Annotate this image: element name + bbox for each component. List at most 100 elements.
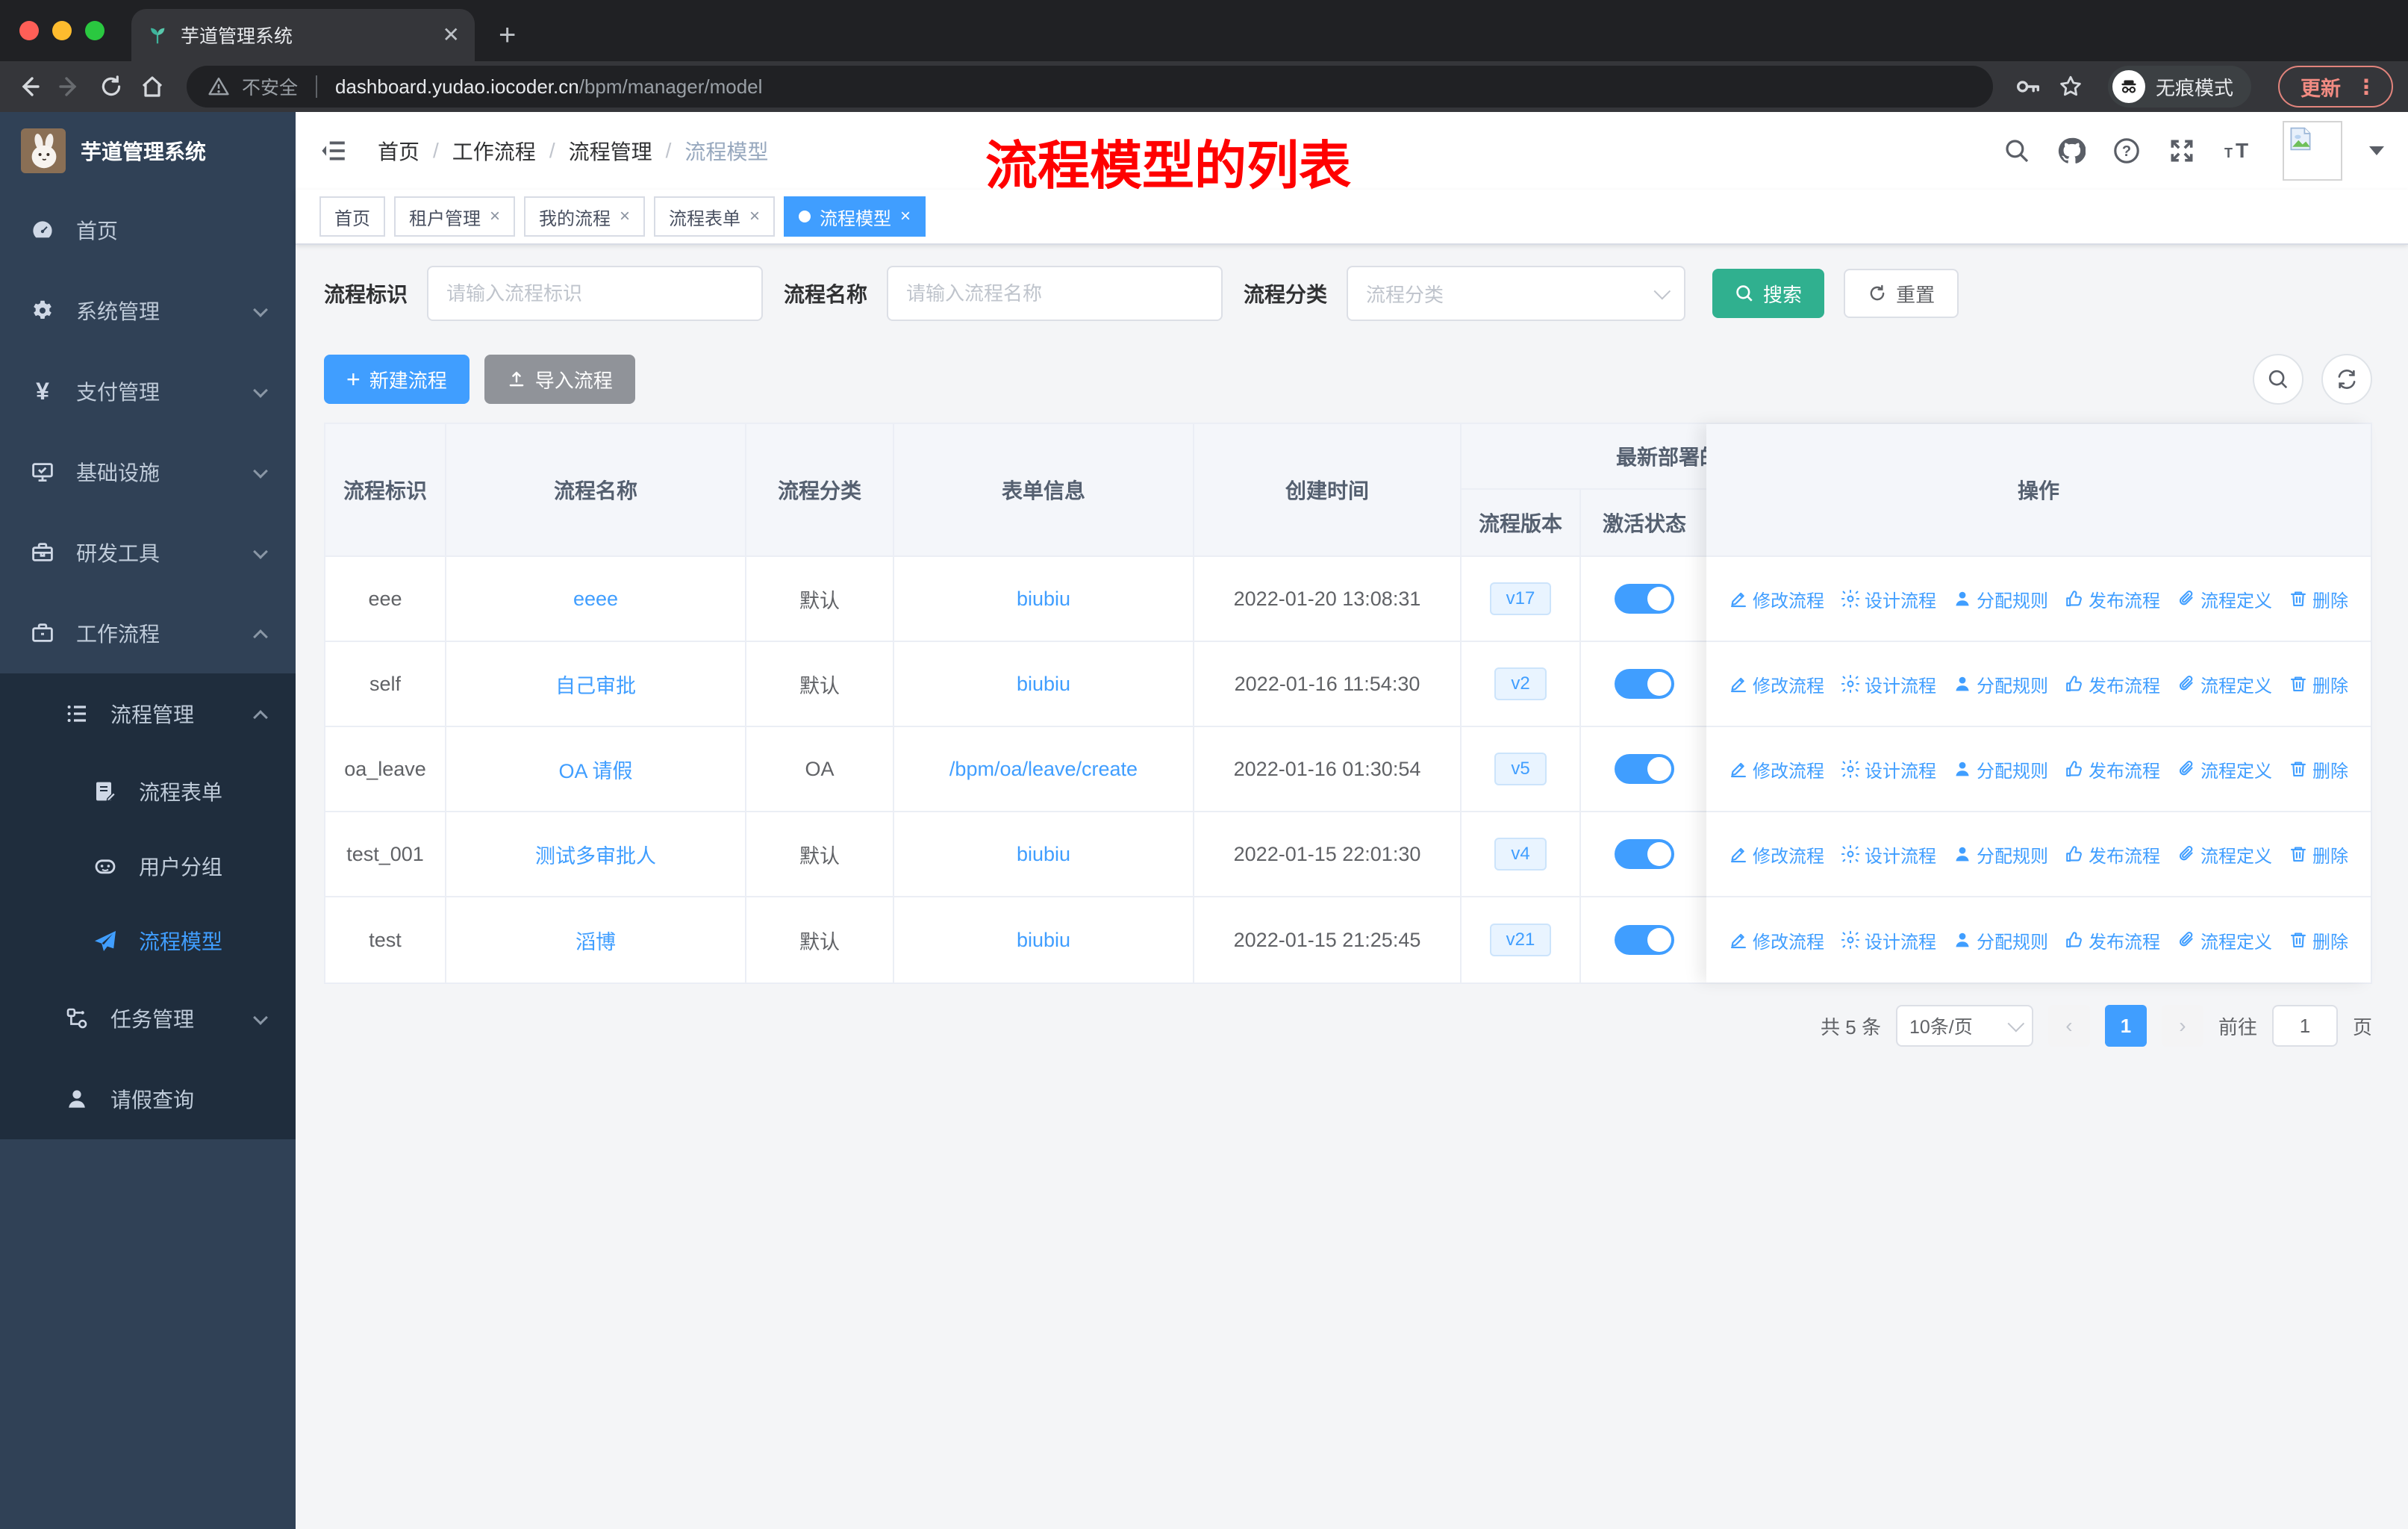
action-design-link[interactable]: 设计流程	[1841, 756, 1936, 782]
close-icon[interactable]: ×	[620, 206, 630, 227]
current-page-button[interactable]: 1	[2104, 1005, 2147, 1047]
version-badge[interactable]: v2	[1494, 667, 1547, 700]
sidebar-item-workflow[interactable]: 工作流程	[0, 593, 296, 673]
action-assign-rule-link[interactable]: 分配规则	[1953, 671, 2048, 697]
sidebar-item-dev-tools[interactable]: 研发工具	[0, 512, 296, 593]
font-size-icon[interactable]: TT	[2223, 137, 2256, 164]
next-page-button[interactable]: ›	[2161, 1005, 2203, 1047]
process-name-input[interactable]	[887, 266, 1223, 321]
sidebar-item-system[interactable]: 系统管理	[0, 270, 296, 351]
action-definition-link[interactable]: 流程定义	[2177, 586, 2272, 612]
browser-menu-icon[interactable]: ⋮	[2356, 75, 2377, 99]
bookmark-star-icon[interactable]	[2057, 73, 2084, 100]
forward-button[interactable]	[57, 73, 84, 100]
action-publish-link[interactable]: 发布流程	[2065, 756, 2160, 782]
maximize-window-button[interactable]	[85, 21, 105, 40]
home-button[interactable]	[139, 73, 166, 100]
table-refresh-icon[interactable]	[2321, 354, 2372, 405]
action-definition-link[interactable]: 流程定义	[2177, 927, 2272, 953]
active-toggle[interactable]	[1615, 839, 1674, 869]
action-design-link[interactable]: 设计流程	[1841, 671, 1936, 697]
version-badge[interactable]: v21	[1489, 924, 1552, 956]
sidebar-item-process-model[interactable]: 流程模型	[0, 903, 296, 978]
action-edit-link[interactable]: 修改流程	[1729, 671, 1824, 697]
github-icon[interactable]	[2057, 137, 2086, 165]
create-process-button[interactable]: + 新建流程	[324, 355, 470, 404]
process-key-input[interactable]	[427, 266, 764, 321]
action-assign-rule-link[interactable]: 分配规则	[1953, 756, 2048, 782]
action-edit-link[interactable]: 修改流程	[1729, 927, 1824, 953]
sidebar-item-process-form[interactable]: 流程表单	[0, 754, 296, 829]
action-delete-link[interactable]: 删除	[2289, 671, 2348, 697]
action-edit-link[interactable]: 修改流程	[1729, 586, 1824, 612]
form-info-link[interactable]: biubiu	[1017, 843, 1070, 866]
process-category-select[interactable]: 流程分类	[1347, 266, 1686, 321]
sidebar-item-payment[interactable]: ¥ 支付管理	[0, 351, 296, 432]
action-delete-link[interactable]: 删除	[2289, 841, 2348, 868]
version-badge[interactable]: v4	[1494, 838, 1547, 871]
import-process-button[interactable]: 导入流程	[484, 355, 635, 404]
sidebar-item-infrastructure[interactable]: 基础设施	[0, 432, 296, 512]
breadcrumb-process-management[interactable]: 流程管理	[569, 136, 652, 166]
back-button[interactable]	[15, 73, 42, 100]
security-warning-icon[interactable]	[208, 75, 230, 98]
model-name-link[interactable]: OA 请假	[558, 755, 632, 784]
action-design-link[interactable]: 设计流程	[1841, 586, 1936, 612]
sidebar-collapse-icon[interactable]	[319, 137, 348, 165]
goto-page-input[interactable]	[2271, 1005, 2338, 1047]
tab-close-icon[interactable]: ✕	[443, 25, 460, 46]
avatar-caret-icon[interactable]	[2369, 146, 2384, 155]
model-name-link[interactable]: 滔博	[576, 926, 616, 955]
action-publish-link[interactable]: 发布流程	[2065, 841, 2160, 868]
browser-update-button[interactable]: 更新 ⋮	[2278, 66, 2393, 108]
action-definition-link[interactable]: 流程定义	[2177, 756, 2272, 782]
help-icon[interactable]: ?	[2112, 137, 2141, 165]
search-button[interactable]: 搜索	[1712, 269, 1825, 318]
version-badge[interactable]: v5	[1494, 753, 1547, 785]
close-window-button[interactable]	[19, 21, 39, 40]
key-icon[interactable]	[2014, 72, 2042, 101]
reload-button[interactable]	[99, 74, 124, 99]
table-search-toggle-icon[interactable]	[2253, 354, 2303, 405]
sidebar-item-task-management[interactable]: 任务管理	[0, 978, 296, 1059]
close-icon[interactable]: ×	[900, 206, 911, 227]
tag-process-model[interactable]: 流程模型 ×	[784, 196, 926, 237]
action-publish-link[interactable]: 发布流程	[2065, 927, 2160, 953]
active-toggle[interactable]	[1615, 754, 1674, 784]
close-icon[interactable]: ×	[749, 206, 760, 227]
address-bar[interactable]: 不安全 dashboard.yudao.iocoder.cn/bpm/manag…	[187, 66, 1993, 108]
action-assign-rule-link[interactable]: 分配规则	[1953, 586, 2048, 612]
action-definition-link[interactable]: 流程定义	[2177, 671, 2272, 697]
active-toggle[interactable]	[1615, 669, 1674, 699]
form-info-link[interactable]: biubiu	[1017, 588, 1070, 611]
tag-process-form[interactable]: 流程表单 ×	[654, 196, 776, 237]
action-definition-link[interactable]: 流程定义	[2177, 841, 2272, 868]
action-publish-link[interactable]: 发布流程	[2065, 586, 2160, 612]
tag-home[interactable]: 首页	[319, 196, 385, 237]
action-assign-rule-link[interactable]: 分配规则	[1953, 927, 2048, 953]
sidebar-item-user-group[interactable]: 用户分组	[0, 829, 296, 903]
action-delete-link[interactable]: 删除	[2289, 756, 2348, 782]
fullscreen-icon[interactable]	[2168, 137, 2196, 165]
model-name-link[interactable]: eeee	[573, 588, 618, 611]
close-icon[interactable]: ×	[490, 206, 500, 227]
browser-tab[interactable]: 芋道管理系统 ✕	[131, 9, 475, 61]
form-info-link[interactable]: biubiu	[1017, 673, 1070, 696]
form-info-link[interactable]: biubiu	[1017, 929, 1070, 952]
prev-page-button[interactable]: ‹	[2047, 1005, 2090, 1047]
action-design-link[interactable]: 设计流程	[1841, 927, 1936, 953]
new-tab-button[interactable]: +	[499, 19, 516, 61]
page-size-select[interactable]: 10条/页	[1895, 1005, 2033, 1047]
action-publish-link[interactable]: 发布流程	[2065, 671, 2160, 697]
active-toggle[interactable]	[1615, 584, 1674, 614]
action-edit-link[interactable]: 修改流程	[1729, 841, 1824, 868]
version-badge[interactable]: v17	[1489, 582, 1552, 615]
model-name-link[interactable]: 测试多审批人	[535, 840, 656, 869]
action-delete-link[interactable]: 删除	[2289, 586, 2348, 612]
reset-button[interactable]: 重置	[1844, 269, 1959, 318]
window-controls[interactable]	[19, 21, 105, 40]
model-name-link[interactable]: 自己审批	[555, 670, 636, 699]
search-icon[interactable]	[2003, 137, 2030, 164]
tag-my-process[interactable]: 我的流程 ×	[524, 196, 646, 237]
sidebar-item-home[interactable]: 首页	[0, 190, 296, 270]
